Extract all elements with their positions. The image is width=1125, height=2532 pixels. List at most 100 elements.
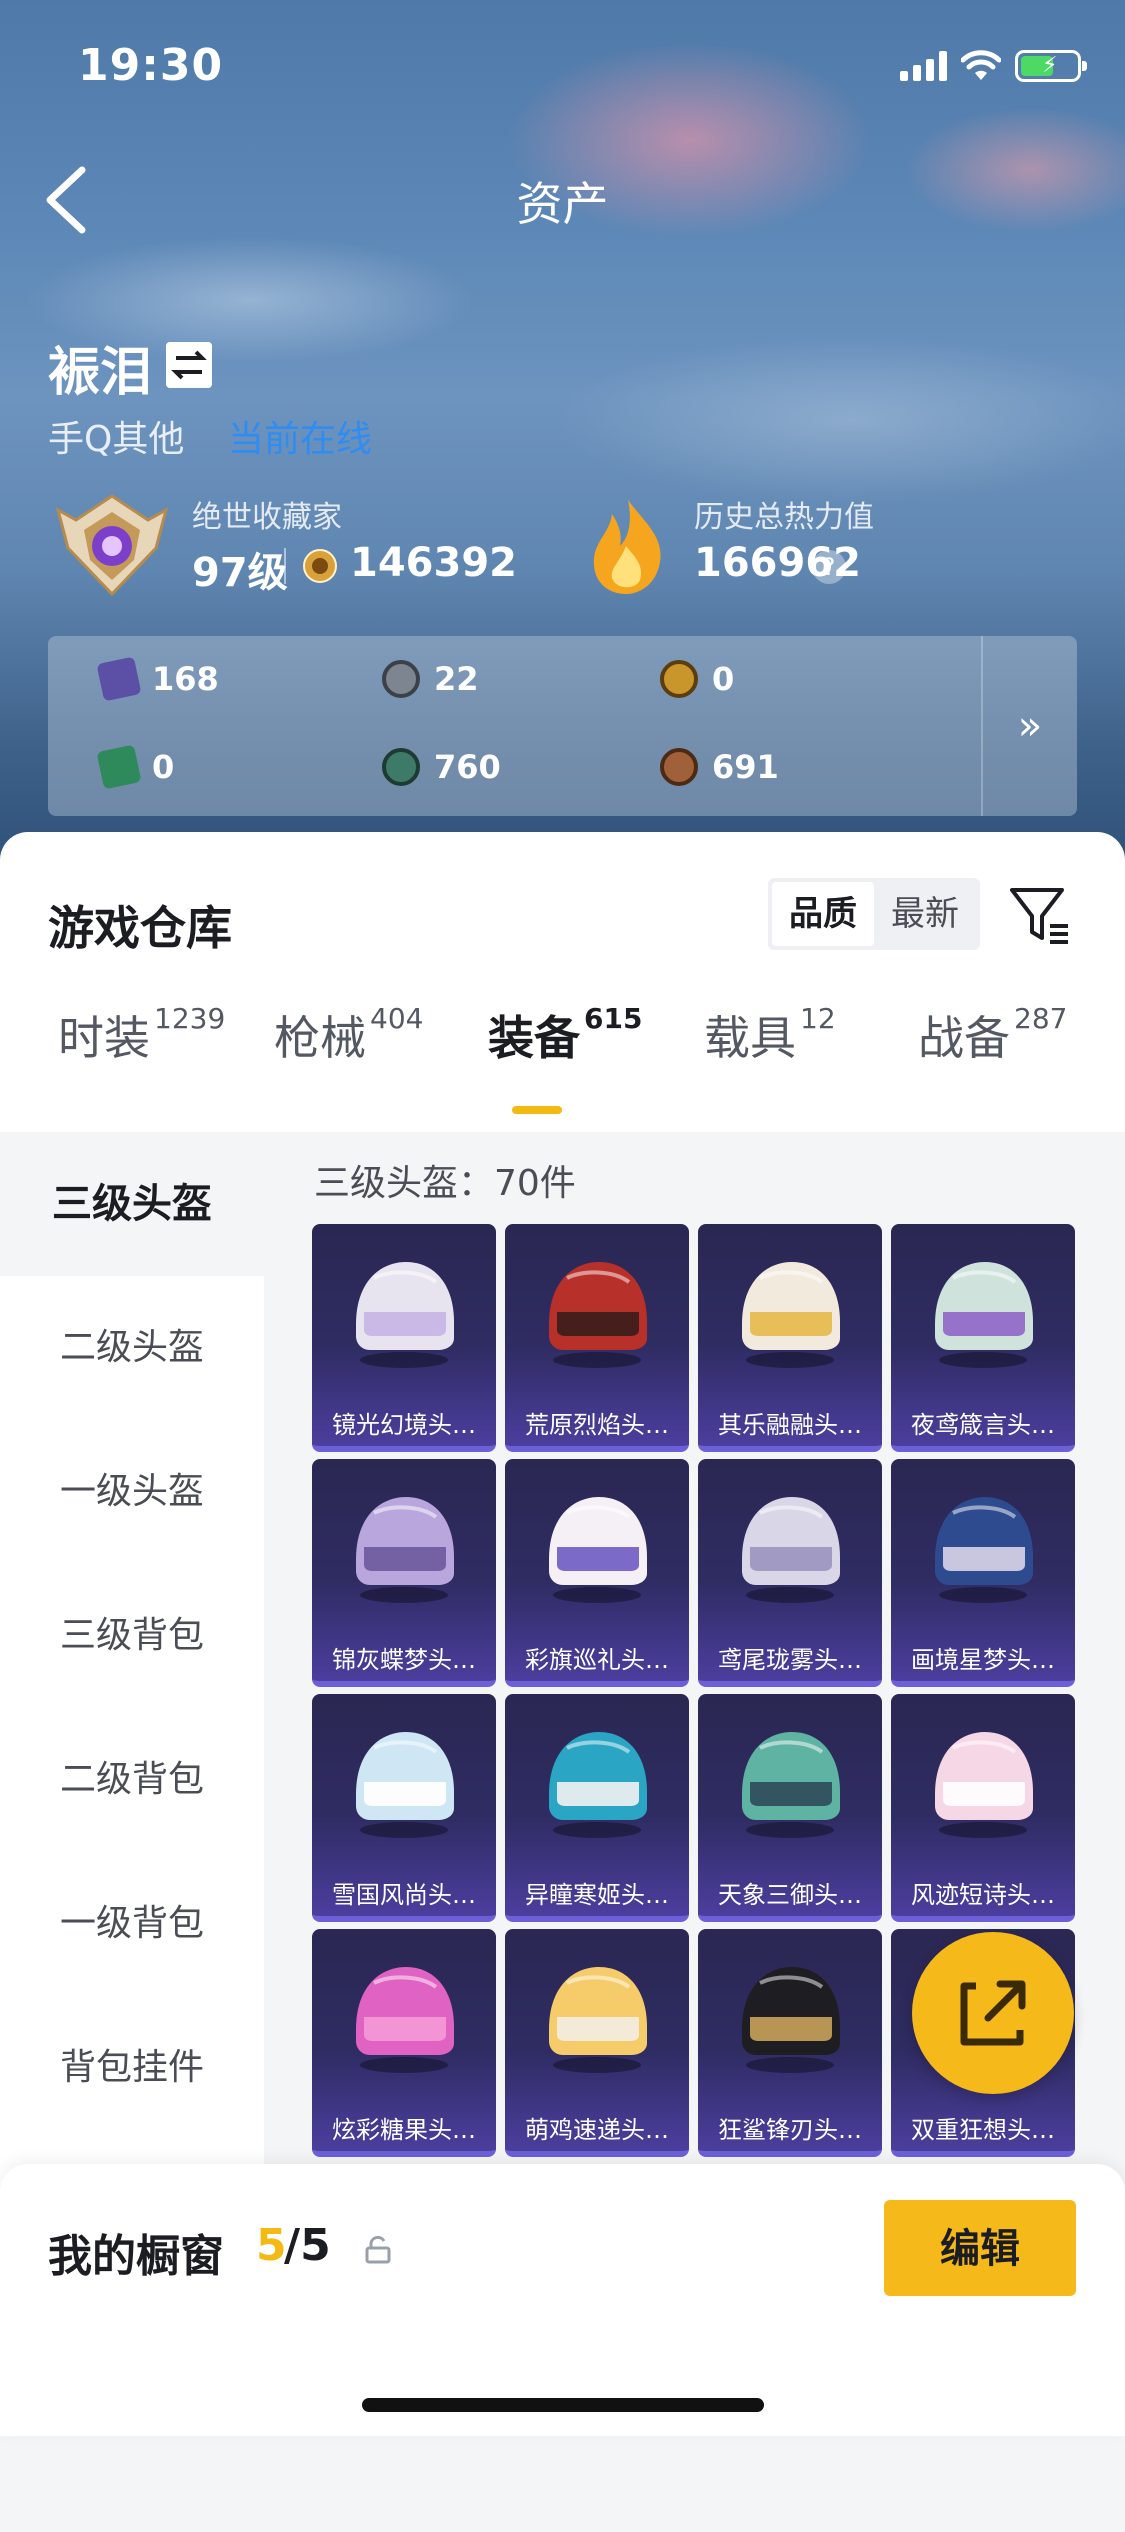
wifi-icon (961, 50, 1001, 80)
item-tile[interactable]: 夜鸢箴言头… (891, 1224, 1075, 1452)
item-name: 狂鲨锋刃头… (718, 2116, 862, 2144)
item-tile[interactable]: 镜光幻境头… (312, 1224, 496, 1452)
showcase-label: 我的橱窗 (48, 2231, 224, 2282)
item-tile[interactable]: 天象三御头… (698, 1694, 882, 1922)
silver-coin-icon (382, 660, 420, 698)
jade-coin-icon (382, 748, 420, 786)
tab-equipment[interactable]: 装备 615 (488, 1002, 642, 1068)
helmet-icon (549, 1497, 647, 1603)
helmet-icon (549, 1967, 647, 2073)
sidebar-item-level2-backpack[interactable]: 二级背包 (0, 1708, 264, 1852)
sidebar-item-level1-helmet[interactable]: 一级头盔 (0, 1420, 264, 1564)
helmet-icon (742, 1262, 840, 1368)
sidebar-item-level3-helmet[interactable]: 三级头盔 (0, 1132, 264, 1276)
subcategory-sidebar: 三级头盔 二级头盔 一级头盔 三级背包 二级背包 一级背包 背包挂件 (0, 1132, 264, 2232)
helmet-icon (356, 1497, 454, 1603)
grid-title: 三级头盔：70件 (314, 1163, 576, 1204)
item-name: 风迹短诗头… (911, 1881, 1055, 1909)
helmet-icon (356, 1967, 454, 2073)
active-tab-indicator (512, 1106, 562, 1114)
help-icon[interactable]: ? (812, 550, 846, 584)
item-name: 锦灰蝶梦头… (332, 1646, 476, 1674)
page-title: 资产 (516, 177, 609, 231)
helmet-icon (742, 1967, 840, 2073)
item-name: 荒原烈焰头… (525, 1411, 669, 1439)
resource-value: 168 (152, 660, 219, 698)
item-name: 异瞳寒姬头… (525, 1881, 669, 1909)
sort-quality-button[interactable]: 品质 (772, 882, 874, 946)
resource-value: 691 (712, 748, 779, 786)
item-tile[interactable]: 萌鸡速递头… (505, 1929, 689, 2157)
item-tile[interactable]: 其乐融融头… (698, 1224, 882, 1452)
item-name: 雪国风尚头… (332, 1881, 476, 1909)
tab-vehicles[interactable]: 载具 12 (704, 1002, 836, 1068)
flame-icon (593, 500, 661, 594)
tab-fashion[interactable]: 时装 1239 (58, 1002, 225, 1068)
account-source: 手Q其他 (48, 419, 185, 460)
item-tile[interactable]: 鸢尾珑雾头… (698, 1459, 882, 1687)
points-coin-icon (303, 549, 337, 583)
resource-item: 0 (96, 744, 174, 790)
resource-item: 22 (382, 660, 479, 698)
resource-item: 760 (382, 748, 501, 786)
item-name: 双重狂想头… (911, 2116, 1055, 2144)
tab-weapons[interactable]: 枪械 404 (274, 1002, 423, 1068)
showcase-total: /5 (284, 2220, 331, 2271)
item-tile[interactable]: 雪国风尚头… (312, 1694, 496, 1922)
resource-item: 0 (660, 660, 734, 698)
share-icon (960, 1980, 1026, 2046)
item-tile[interactable]: 荒原烈焰头… (505, 1224, 689, 1452)
item-tile[interactable]: 锦灰蝶梦头… (312, 1459, 496, 1687)
category-tabs: 时装 1239 枪械 404 装备 615 载具 12 战备 287 (0, 1002, 1125, 1112)
helmet-icon (742, 1732, 840, 1838)
item-name: 萌鸡速递头… (525, 2116, 669, 2144)
resources-more-button[interactable]: » (981, 636, 1077, 816)
filter-icon[interactable] (1006, 882, 1072, 948)
online-status: 当前在线 (228, 419, 373, 460)
sidebar-item-backpack-charm[interactable]: 背包挂件 (0, 1996, 264, 2140)
sort-toggle: 品质 最新 (768, 878, 980, 950)
item-name: 炫彩糖果头… (332, 2116, 476, 2144)
item-name: 彩旗巡礼头… (525, 1646, 669, 1674)
helmet-icon (356, 1262, 454, 1368)
resource-panel: 168 22 0 0 760 691 » (48, 636, 1077, 816)
item-name: 其乐融融头… (718, 1411, 862, 1439)
cellular-signal-icon (900, 51, 947, 81)
collector-level: 97级 (192, 550, 288, 596)
collector-title: 绝世收藏家 (192, 500, 342, 535)
item-tile[interactable]: 炫彩糖果头… (312, 1929, 496, 2157)
item-tile[interactable]: 风迹短诗头… (891, 1694, 1075, 1922)
resource-value: 0 (712, 660, 735, 698)
item-tile[interactable]: 画境星梦头… (891, 1459, 1075, 1687)
helmet-icon (935, 1497, 1033, 1603)
heat-title: 历史总热力值 (694, 500, 874, 535)
item-tile[interactable]: 彩旗巡礼头… (505, 1459, 689, 1687)
sidebar-item-level1-backpack[interactable]: 一级背包 (0, 1852, 264, 1996)
sidebar-item-level3-backpack[interactable]: 三级背包 (0, 1564, 264, 1708)
battery-icon: ⚡ (1015, 50, 1087, 82)
bronze-coin-icon (660, 748, 698, 786)
card-icon (96, 656, 142, 702)
helmet-icon (549, 1732, 647, 1838)
helmet-icon (935, 1262, 1033, 1368)
status-icons: ⚡ (900, 50, 1087, 82)
resource-item: 691 (660, 748, 779, 786)
tab-supplies[interactable]: 战备 287 (918, 1002, 1067, 1068)
lock-icon (365, 2235, 391, 2264)
item-name: 画境星梦头… (911, 1646, 1055, 1674)
item-tile[interactable]: 异瞳寒姬头… (505, 1694, 689, 1922)
collector-medal-icon (55, 494, 169, 597)
showcase-count: 5 (256, 2220, 287, 2271)
item-tile[interactable]: 狂鲨锋刃头… (698, 1929, 882, 2157)
user-name: 裖泪 (48, 343, 153, 403)
share-button[interactable] (912, 1932, 1074, 2094)
sort-latest-button[interactable]: 最新 (874, 882, 976, 946)
edit-button[interactable]: 编辑 (884, 2200, 1076, 2296)
helmet-icon (549, 1262, 647, 1368)
helmet-icon (356, 1732, 454, 1838)
showcase-bar: 我的橱窗 5 /5 编辑 (0, 2164, 1125, 2436)
helmet-icon (935, 1732, 1033, 1838)
helmet-icon (742, 1497, 840, 1603)
sidebar-item-level2-helmet[interactable]: 二级头盔 (0, 1276, 264, 1420)
switch-account-icon[interactable] (166, 342, 212, 388)
